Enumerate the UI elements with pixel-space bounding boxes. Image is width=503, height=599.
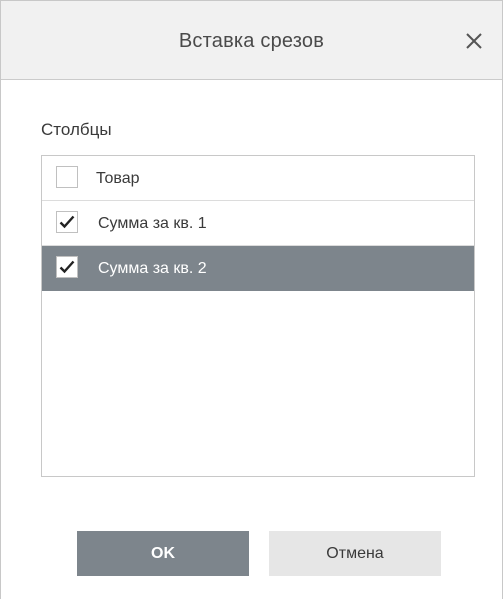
checkmark-icon <box>59 215 75 229</box>
checkbox-tovar[interactable] <box>56 166 78 188</box>
columns-label: Столбцы <box>41 120 112 139</box>
checkbox-sum-q1[interactable] <box>56 211 78 233</box>
list-item-label: Сумма за кв. 1 <box>98 215 207 232</box>
close-icon <box>466 33 482 49</box>
dialog-title: Вставка срезов <box>178 30 325 52</box>
checkmark-icon <box>59 260 75 274</box>
list-item-sum-q2[interactable]: Сумма за кв. 2 <box>42 246 474 291</box>
dialog-header: Вставка срезов <box>1 1 502 80</box>
cancel-button[interactable]: Отмена <box>269 531 441 576</box>
close-button[interactable] <box>458 25 490 57</box>
list-item-label: Сумма за кв. 2 <box>98 260 207 277</box>
checkbox-sum-q2[interactable] <box>56 256 78 278</box>
columns-list: Товар Сумма за кв. 1 Сумма за кв. 2 <box>41 155 475 477</box>
list-item-label: Товар <box>96 170 140 187</box>
list-item-sum-q1[interactable]: Сумма за кв. 1 <box>42 201 474 246</box>
insert-slicers-dialog: Вставка срезов Столбцы Товар Сумма за кв… <box>0 0 503 599</box>
list-item-tovar[interactable]: Товар <box>42 156 474 201</box>
ok-button[interactable]: OK <box>77 531 249 576</box>
